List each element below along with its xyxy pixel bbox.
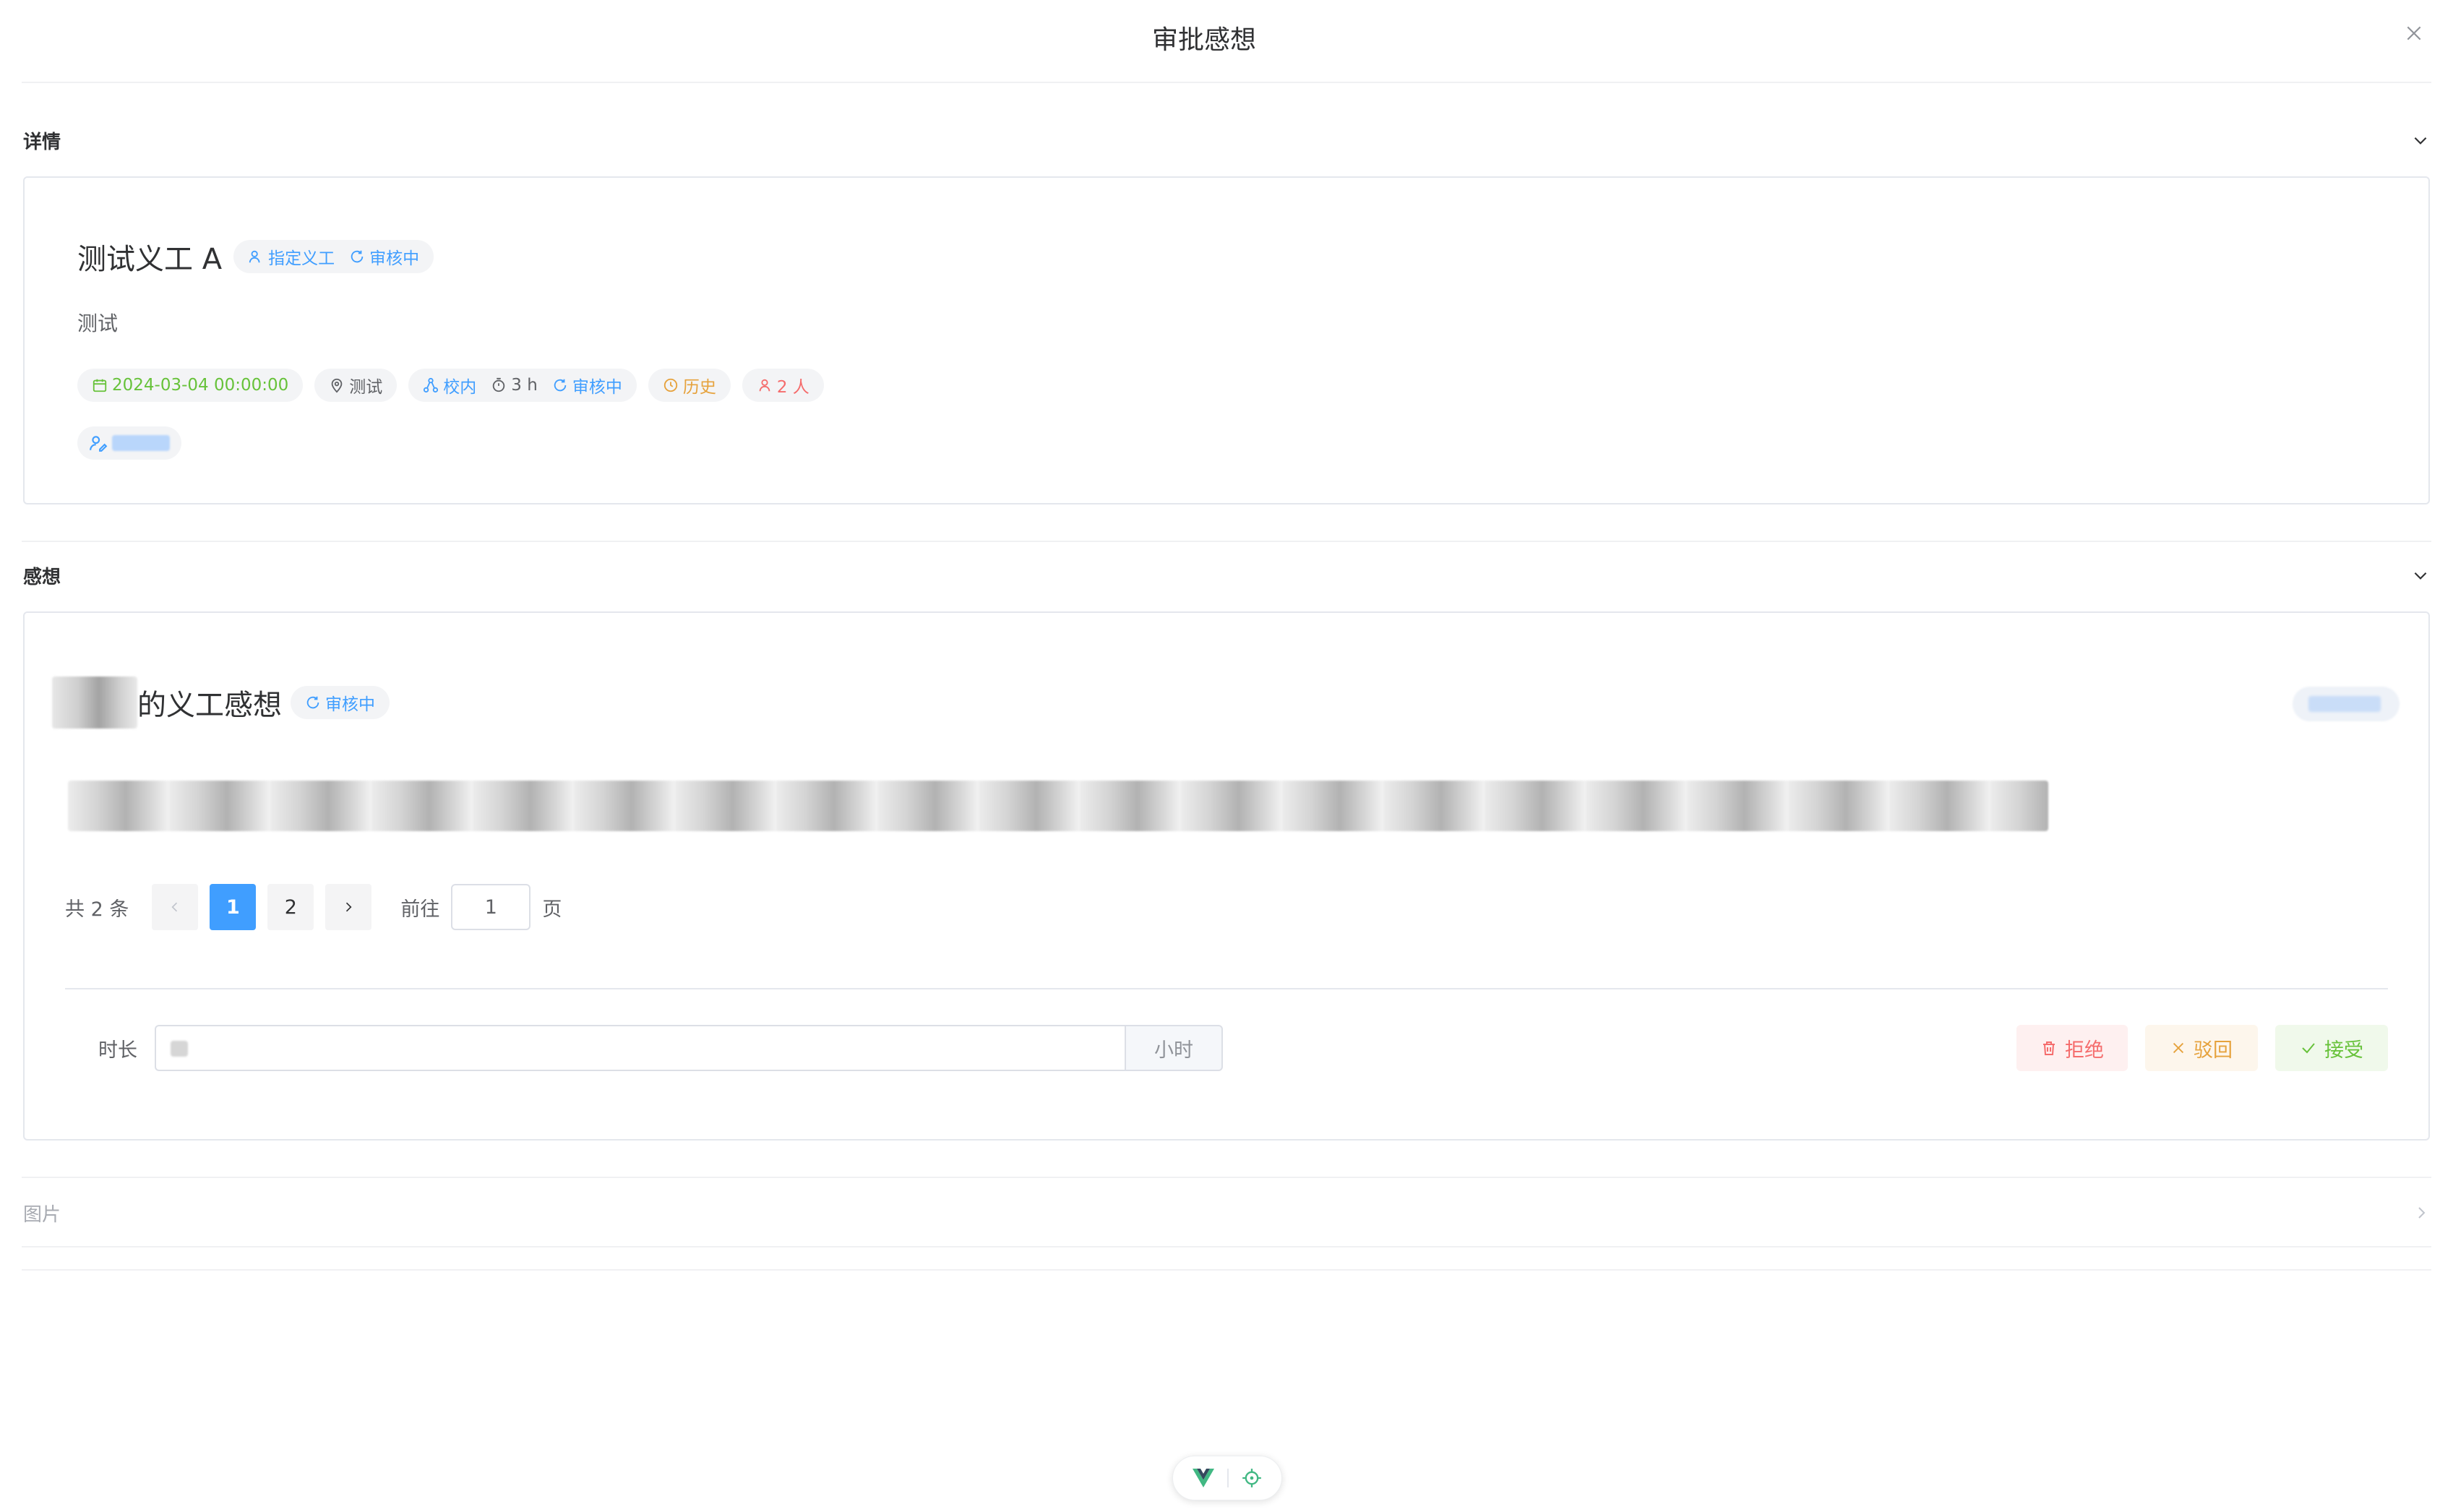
dialog-title: 审批感想: [1151, 25, 1256, 55]
activity-title: 测试义工 A: [77, 243, 223, 276]
user-icon: [249, 250, 260, 263]
location-tag: 测试: [314, 369, 398, 402]
duration-label: 时长: [98, 1039, 137, 1062]
pagination-total: 共 2 条: [65, 898, 129, 921]
images-collapse-header[interactable]: 图片: [23, 1190, 2430, 1236]
clock-icon: [663, 378, 677, 392]
assign-tag: 指定义工: [248, 244, 335, 269]
chevron-right-icon[interactable]: [2413, 1204, 2430, 1221]
reflection-pagination: 共 2 条 1 2 前往 页: [65, 884, 562, 930]
accept-button[interactable]: 接受: [2275, 1025, 2388, 1071]
history-tag[interactable]: 历史: [648, 369, 731, 402]
details-collapse-header[interactable]: 详情: [23, 117, 2430, 163]
meta-status-tag: 审核中: [552, 373, 622, 398]
reflection-header: 的义工感想 审核中: [52, 676, 390, 729]
close-icon: [2407, 26, 2421, 40]
return-button-label: 驳回: [2194, 1039, 2233, 1062]
devtools-toggle[interactable]: [1172, 1456, 1282, 1500]
reject-button[interactable]: 拒绝: [2016, 1025, 2128, 1071]
reflection-content-redacted: [68, 781, 2048, 831]
location-tag-label: 测试: [349, 378, 383, 397]
history-tag-label: 历史: [682, 378, 716, 397]
duration-row: 时长 小时: [98, 1025, 1223, 1071]
x-icon: [2173, 1042, 2184, 1054]
reflection-section-title: 感想: [23, 566, 61, 588]
reflection-divider: [65, 988, 2388, 989]
reflection-title: 的义工感想: [137, 689, 282, 722]
page-2-button[interactable]: 2: [267, 884, 314, 930]
refresh-icon: [306, 696, 319, 709]
goto-page-input[interactable]: [451, 884, 531, 930]
assign-tag-label: 指定义工: [268, 249, 335, 268]
user-edit-icon: [90, 436, 108, 452]
approve-reflection-dialog: 审批感想 详情 测试义工 A 指定义工 审核中 测试 2024-03-04 00…: [0, 0, 2453, 1512]
status-tag: 审核中: [349, 244, 419, 269]
duration-unit: 小时: [1125, 1025, 1223, 1071]
images-section-title: 图片: [23, 1203, 61, 1226]
duration-tag: 3 h: [491, 376, 538, 395]
vue-logo-icon[interactable]: [1193, 1469, 1214, 1487]
people-tag[interactable]: 2 人: [742, 369, 824, 402]
date-tag: 2024-03-04 00:00:00: [77, 369, 304, 402]
page-1-button[interactable]: 1: [210, 884, 257, 930]
section-divider: [22, 1177, 2431, 1178]
duration-value-redacted: [171, 1041, 188, 1057]
scope-duration-status-group: 校内 3 h 审核中: [408, 369, 637, 402]
details-section-title: 详情: [23, 131, 61, 153]
duration-input[interactable]: [155, 1025, 1125, 1071]
next-page-button[interactable]: [325, 884, 372, 930]
section-divider: [22, 541, 2431, 542]
chevron-down-icon[interactable]: [2411, 131, 2430, 150]
refresh-icon: [554, 379, 567, 392]
goto-label: 前往: [400, 898, 440, 921]
target-icon[interactable]: [1242, 1468, 1262, 1488]
section-divider: [22, 1246, 2431, 1247]
user-icon: [759, 379, 770, 392]
author-name-redacted: [52, 676, 137, 729]
timer-icon: [493, 377, 505, 392]
creator-tag: [77, 426, 181, 460]
accept-button-label: 接受: [2324, 1039, 2363, 1062]
details-card: 测试义工 A 指定义工 审核中 测试 2024-03-04 00:00:00 测…: [23, 176, 2430, 504]
activity-title-tags: 指定义工 审核中: [233, 240, 434, 273]
creator-name-redacted: [112, 435, 170, 451]
chevron-down-icon[interactable]: [2411, 566, 2430, 585]
chevron-right-icon: [346, 902, 352, 912]
close-button[interactable]: [2397, 16, 2431, 51]
reflection-status-label: 审核中: [325, 695, 375, 714]
chevron-left-icon: [171, 902, 178, 912]
section-divider: [22, 1269, 2431, 1271]
activity-description: 测试: [77, 312, 119, 335]
scope-tag-label: 校内: [443, 378, 477, 397]
header-divider: [22, 82, 2431, 83]
location-icon: [331, 378, 343, 393]
page-unit-label: 页: [542, 898, 562, 921]
meta-tags-row: 2024-03-04 00:00:00 测试 校内 3 h 审核中 历史 2 人: [77, 369, 824, 402]
people-tag-label: 2 人: [776, 378, 809, 397]
return-button[interactable]: 驳回: [2145, 1025, 2258, 1071]
calendar-icon: [93, 379, 107, 392]
trash-icon: [2043, 1041, 2055, 1055]
reflection-status-tag: 审核中: [291, 686, 390, 719]
share-icon: [424, 377, 439, 393]
duration-tag-label: 3 h: [511, 376, 538, 395]
scope-tag: 校内: [423, 373, 476, 398]
meta-status-tag-label: 审核中: [572, 378, 622, 397]
date-tag-label: 2024-03-04 00:00:00: [112, 376, 289, 395]
reflection-meta-redacted: [2293, 687, 2400, 721]
prev-page-button[interactable]: [152, 884, 199, 930]
refresh-icon: [351, 250, 364, 263]
reject-button-label: 拒绝: [2065, 1039, 2104, 1062]
reflection-collapse-header[interactable]: 感想: [23, 552, 2430, 598]
check-icon: [2302, 1043, 2315, 1054]
status-tag-label: 审核中: [369, 249, 420, 268]
